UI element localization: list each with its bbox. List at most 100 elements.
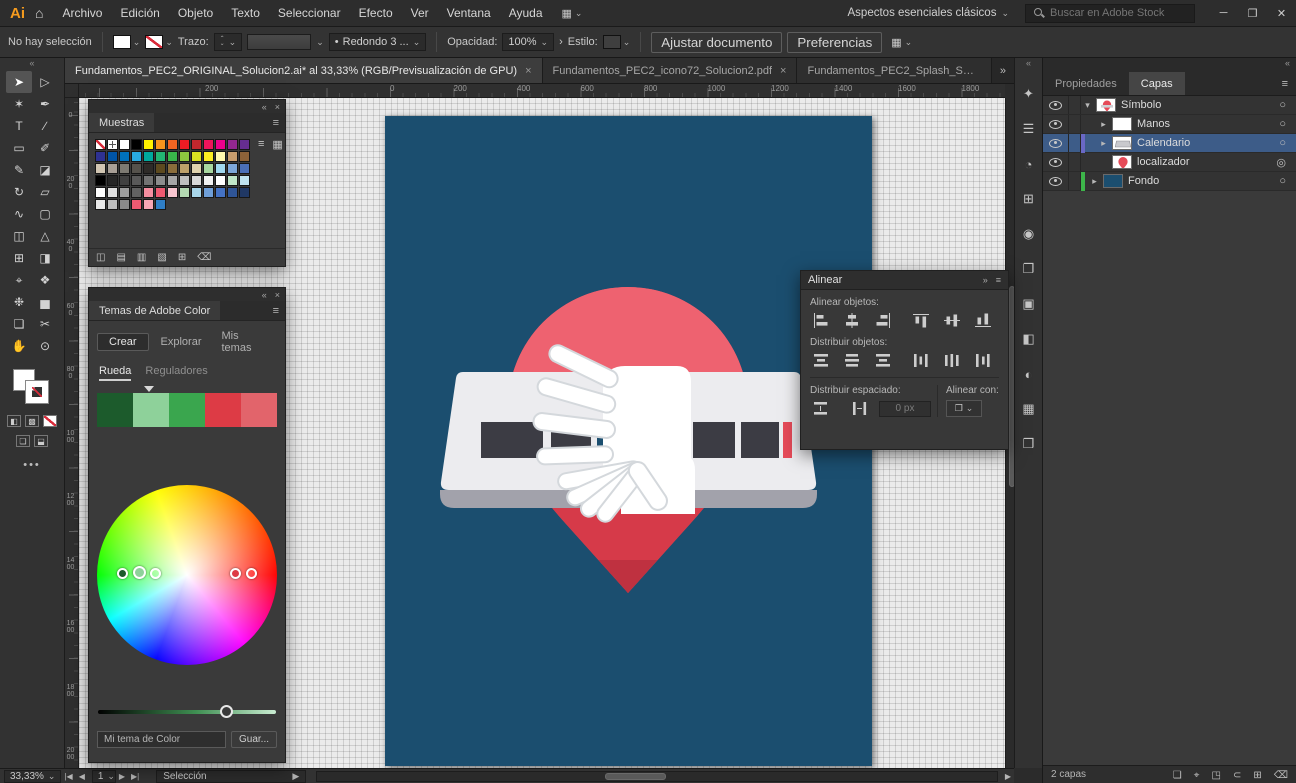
none-mode-button[interactable] xyxy=(43,415,57,427)
new-sublayer-icon[interactable]: ⊂ xyxy=(1233,770,1241,781)
color-swatch[interactable] xyxy=(118,138,130,150)
first-artboard-icon[interactable]: |◀ xyxy=(64,772,72,781)
color-swatch[interactable] xyxy=(142,162,154,174)
list-view-icon[interactable]: ≡ xyxy=(258,138,264,210)
color-swatch[interactable] xyxy=(178,162,190,174)
shape-builder-tool[interactable]: ◫ xyxy=(6,225,32,247)
color-swatch[interactable] xyxy=(166,162,178,174)
color-swatch[interactable] xyxy=(190,162,202,174)
color-swatch[interactable] xyxy=(154,198,166,210)
wheel-marker[interactable] xyxy=(150,568,161,579)
expand-panels-icon[interactable]: « xyxy=(1015,58,1042,71)
tab-muestras[interactable]: Muestras xyxy=(89,113,155,132)
color-mode-button[interactable]: ◧ xyxy=(7,415,21,427)
color-swatch[interactable] xyxy=(130,186,142,198)
color-swatch[interactable] xyxy=(238,174,250,186)
menu-texto[interactable]: Texto xyxy=(222,0,269,27)
eyedropper-tool[interactable]: ⌖ xyxy=(6,269,32,291)
vertical-space-icon[interactable] xyxy=(810,400,832,417)
color-swatch[interactable] xyxy=(202,162,214,174)
edit-toolbar-icon[interactable]: ••• xyxy=(23,459,41,471)
expand-down-icon[interactable]: ▾ xyxy=(1081,100,1094,111)
layer-row-localizador[interactable]: localizador ◎ xyxy=(1043,153,1296,172)
color-swatch[interactable] xyxy=(238,150,250,162)
color-swatch[interactable] xyxy=(118,198,130,210)
collect-for-export-icon[interactable]: ❏ xyxy=(1173,770,1182,781)
brush-preview[interactable] xyxy=(247,34,312,50)
color-swatch[interactable] xyxy=(178,174,190,186)
brushes-panel-icon[interactable]: ❒ xyxy=(1017,432,1041,456)
distribute-right-icon[interactable] xyxy=(972,352,994,369)
stroke-indicator-none[interactable] xyxy=(25,380,49,404)
align-right-icon[interactable] xyxy=(872,312,894,329)
subtab-rueda[interactable]: Rueda xyxy=(99,365,132,381)
color-swatch[interactable] xyxy=(106,150,118,162)
color-swatch[interactable] xyxy=(214,186,226,198)
close-panel-icon[interactable]: × xyxy=(275,290,280,300)
stroke-color-control[interactable]: ⌄ xyxy=(145,35,173,49)
search-input[interactable] xyxy=(1050,7,1180,19)
wheel-marker[interactable] xyxy=(133,566,146,579)
color-swatch[interactable] xyxy=(142,198,154,210)
layer-row-simbolo[interactable]: ▾ Símbolo ○ xyxy=(1043,96,1296,115)
pencil-tool[interactable]: ✎ xyxy=(6,159,32,181)
color-swatch[interactable] xyxy=(94,150,106,162)
expand-right-icon[interactable]: ▸ xyxy=(1097,119,1110,130)
layer-name[interactable]: localizador xyxy=(1137,156,1190,168)
stroke-weight-stepper[interactable]: ⌃ ⌄ ⌄ xyxy=(213,33,243,51)
color-swatch[interactable] xyxy=(142,186,154,198)
layer-name[interactable]: Símbolo xyxy=(1121,99,1161,111)
color-swatch[interactable] xyxy=(118,150,130,162)
opacity-submenu-icon[interactable]: › xyxy=(559,36,563,48)
artboard-tool[interactable]: ❏ xyxy=(6,313,32,335)
color-wheel[interactable] xyxy=(97,485,277,665)
color-swatch[interactable] xyxy=(130,150,142,162)
gradient-panel-icon[interactable]: ◉ xyxy=(1017,222,1041,246)
expand-right-icon[interactable]: ▸ xyxy=(1097,138,1110,149)
gradient-mode-button[interactable]: ▩ xyxy=(25,415,39,427)
distribute-bottom-icon[interactable] xyxy=(872,352,894,369)
line-segment-tool[interactable]: ∕ xyxy=(32,115,58,137)
expand-right-icon[interactable]: ▸ xyxy=(1088,176,1101,187)
grid-view-icon[interactable]: ▦ xyxy=(272,138,282,210)
theme-swatch[interactable] xyxy=(241,393,277,427)
color-swatch[interactable] xyxy=(190,150,202,162)
ruler-corner[interactable] xyxy=(65,84,79,98)
artboard-number-dropdown[interactable]: 1 ⌄ xyxy=(91,769,116,783)
menu-objeto[interactable]: Objeto xyxy=(169,0,222,27)
color-swatch[interactable] xyxy=(94,198,106,210)
theme-swatch[interactable] xyxy=(97,393,133,427)
tab-overflow-icon[interactable]: » xyxy=(992,58,1014,83)
graphic-styles-panel-icon[interactable]: ◧ xyxy=(1017,327,1041,351)
brightness-slider[interactable] xyxy=(98,705,276,718)
type-tool[interactable]: T xyxy=(6,115,32,137)
color-swatch[interactable] xyxy=(166,186,178,198)
color-swatch[interactable] xyxy=(142,138,154,150)
color-swatch[interactable] xyxy=(226,138,238,150)
tab-crear[interactable]: Crear xyxy=(97,333,149,351)
registration-swatch[interactable] xyxy=(106,138,118,150)
close-window-button[interactable]: ✕ xyxy=(1267,0,1296,27)
tab-mis-temas[interactable]: Mis temas xyxy=(213,328,277,356)
distribute-center-h-icon[interactable] xyxy=(941,352,963,369)
visibility-toggle[interactable] xyxy=(1043,153,1069,171)
align-to-dropdown[interactable]: ❐ ⌄ xyxy=(946,400,982,417)
color-swatch[interactable] xyxy=(202,138,214,150)
color-swatch[interactable] xyxy=(106,174,118,186)
color-swatch[interactable] xyxy=(214,138,226,150)
color-swatch[interactable] xyxy=(130,198,142,210)
stock-search[interactable] xyxy=(1025,3,1195,23)
selection-tool[interactable]: ➤ xyxy=(6,71,32,93)
subtab-reguladores[interactable]: Reguladores xyxy=(145,365,207,381)
distribute-left-icon[interactable] xyxy=(910,352,932,369)
artboard-illustration[interactable] xyxy=(385,116,872,766)
pen-tool[interactable]: ✒ xyxy=(32,93,58,115)
wheel-marker[interactable] xyxy=(246,568,257,579)
color-swatch[interactable] xyxy=(106,162,118,174)
last-artboard-icon[interactable]: ▶| xyxy=(131,772,139,781)
tab-capas[interactable]: Capas xyxy=(1128,72,1185,95)
document-tab[interactable]: Fundamentos_PEC2_icono72_Solucion2.pdf × xyxy=(542,58,798,83)
menu-ventana[interactable]: Ventana xyxy=(438,0,500,27)
menu-archivo[interactable]: Archivo xyxy=(53,0,111,27)
perspective-grid-tool[interactable]: △ xyxy=(32,225,58,247)
